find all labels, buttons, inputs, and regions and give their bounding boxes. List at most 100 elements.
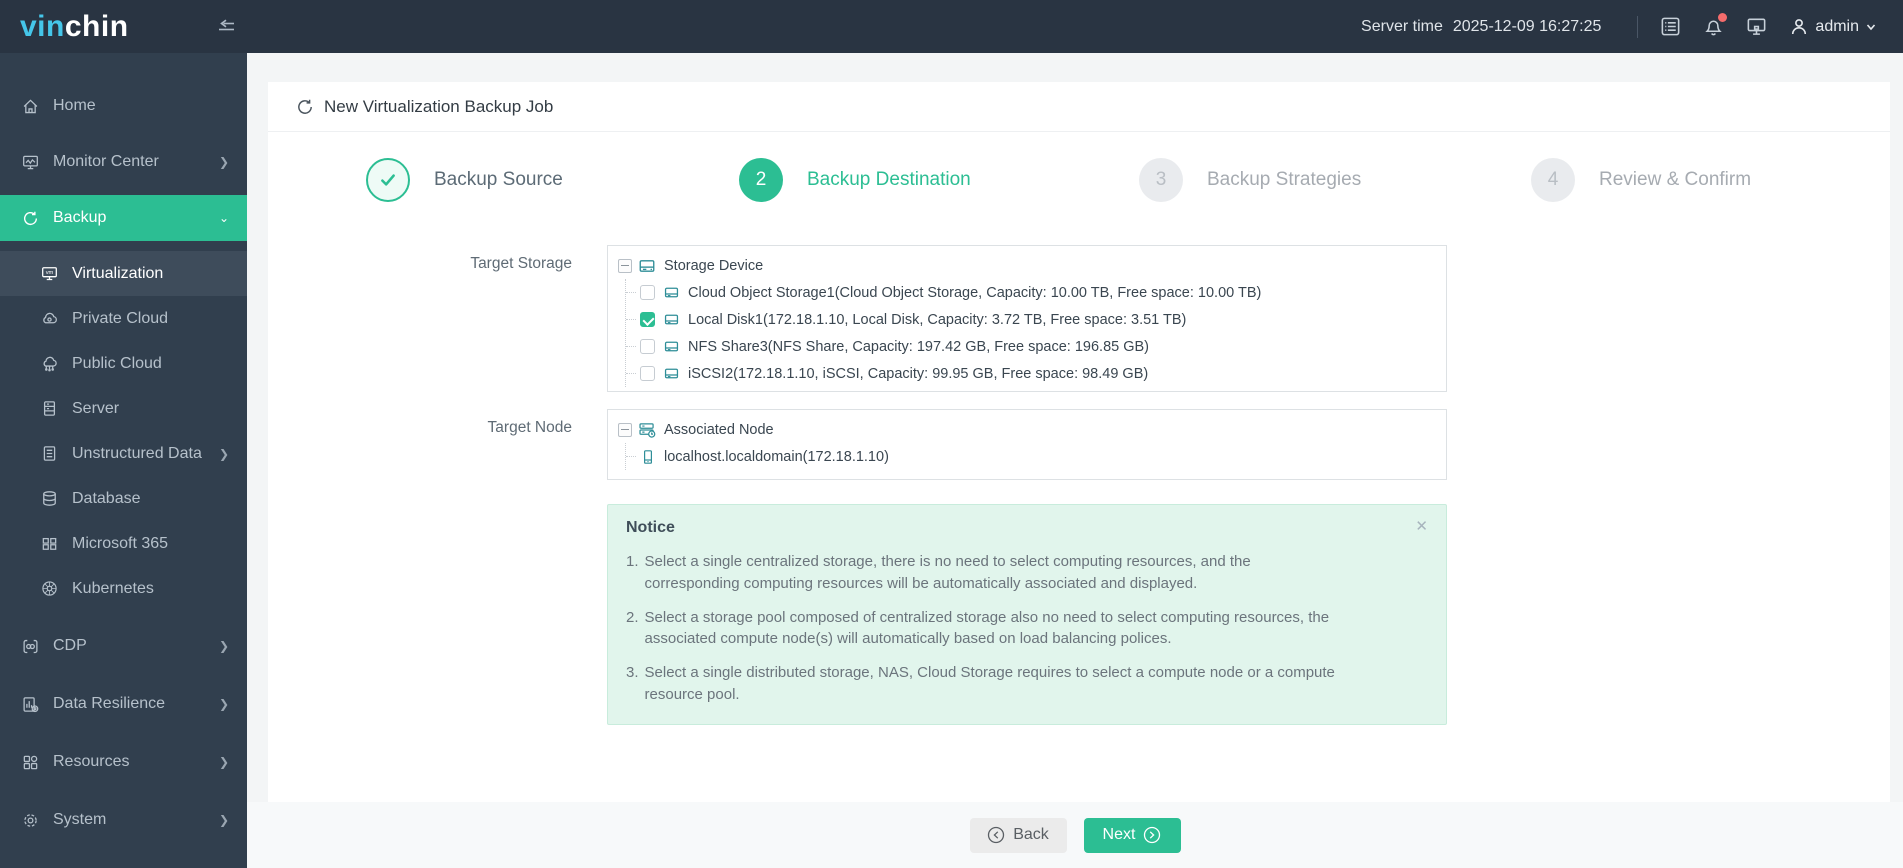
step-backup-source: Backup Source (366, 132, 563, 227)
node-children: localhost.localdomain(172.18.1.10) (625, 443, 1436, 470)
target-storage-label: Target Storage (268, 255, 572, 273)
sidebar-item-label: Unstructured Data (72, 445, 219, 463)
sidebar-item-label: Kubernetes (72, 580, 229, 598)
sidebar-item-label: Backup (53, 209, 219, 227)
tree-node-label: Storage Device (664, 258, 763, 274)
tree-row-iscsi[interactable]: iSCSI2(172.18.1.10, iSCSI, Capacity: 99.… (626, 360, 1436, 387)
server-time-label: Server time (1361, 18, 1443, 35)
collapse-expander-icon[interactable] (618, 259, 632, 273)
next-button[interactable]: Next (1084, 818, 1181, 853)
sidebar-item-cdp[interactable]: CDP ❯ (0, 623, 247, 669)
disk-icon (663, 338, 680, 355)
sidebar-item-home[interactable]: Home (0, 83, 247, 129)
user-icon (1789, 17, 1809, 37)
page-title-bar: New Virtualization Backup Job (268, 82, 1890, 132)
back-button[interactable]: Back (970, 818, 1067, 853)
tree-row-nfs-share[interactable]: NFS Share3(NFS Share, Capacity: 197.42 G… (626, 333, 1436, 360)
checkbox[interactable] (640, 339, 655, 354)
sidebar-item-system[interactable]: System ❯ (0, 797, 247, 843)
display-icon[interactable] (1746, 16, 1767, 37)
step-label: Backup Strategies (1207, 169, 1361, 191)
notice-title: Notice (626, 519, 675, 537)
home-icon (22, 98, 39, 115)
tree-row-cloud-object-storage[interactable]: Cloud Object Storage1(Cloud Object Stora… (626, 279, 1436, 306)
storage-children: Cloud Object Storage1(Cloud Object Stora… (625, 279, 1436, 387)
sidebar-item-label: CDP (53, 637, 219, 655)
logo-vin: vin (20, 10, 65, 43)
tree-node-label: Associated Node (664, 422, 774, 438)
checkbox[interactable] (640, 285, 655, 300)
tree-node-label: localhost.localdomain(172.18.1.10) (664, 449, 889, 465)
sidebar-item-public-cloud[interactable]: Public Cloud (0, 341, 247, 386)
step-circle-pending: 3 (1139, 158, 1183, 202)
target-node-label: Target Node (268, 419, 572, 437)
username: admin (1815, 18, 1859, 36)
sidebar-item-label: Server (72, 400, 229, 418)
check-icon (378, 170, 398, 190)
sidebar-item-label: Public Cloud (72, 355, 229, 373)
logo-chin: chin (65, 10, 129, 43)
sidebar-item-private-cloud[interactable]: Private Cloud (0, 296, 247, 341)
tree-node-label: iSCSI2(172.18.1.10, iSCSI, Capacity: 99.… (688, 366, 1148, 382)
notifications-bell-icon[interactable] (1703, 16, 1724, 37)
sidebar-item-virtualization[interactable]: vm Virtualization (0, 251, 247, 296)
chevron-right-icon: ❯ (219, 755, 229, 769)
associated-node-icon (638, 421, 656, 439)
sidebar-item-label: System (53, 811, 219, 829)
arrow-right-circle-icon (1143, 826, 1161, 844)
page-title: New Virtualization Backup Job (324, 97, 553, 117)
sidebar-collapse-icon[interactable] (215, 16, 237, 38)
main-content: New Virtualization Backup Job Backup Sou… (247, 53, 1903, 868)
notice-item: Select a single centralized storage, the… (626, 551, 1428, 595)
arrow-left-circle-icon (987, 826, 1005, 844)
sidebar-item-microsoft-365[interactable]: Microsoft 365 (0, 521, 247, 566)
disk-icon (663, 365, 680, 382)
sidebar: Home Monitor Center ❯ Backup ⌄ vm Virtua… (0, 53, 247, 868)
step-label: Backup Destination (807, 169, 971, 191)
sidebar-item-server[interactable]: Server (0, 386, 247, 431)
notice-close-icon[interactable]: ✕ (1415, 519, 1428, 537)
notice-panel: Notice ✕ Select a single centralized sto… (607, 504, 1447, 725)
user-menu[interactable]: admin (1789, 17, 1877, 37)
sidebar-item-backup[interactable]: Backup ⌄ (0, 195, 247, 241)
sidebar-item-unstructured-data[interactable]: Unstructured Data ❯ (0, 431, 247, 476)
tree-row-local-disk[interactable]: Local Disk1(172.18.1.10, Local Disk, Cap… (626, 306, 1436, 333)
disk-icon (663, 311, 680, 328)
unstructured-data-icon (41, 445, 58, 462)
checkbox[interactable] (640, 366, 655, 381)
step-label: Review & Confirm (1599, 169, 1751, 191)
chevron-down-icon (1865, 21, 1877, 33)
virtualization-icon: vm (41, 265, 58, 282)
chevron-right-icon: ❯ (219, 155, 229, 169)
step-backup-strategies: 3 Backup Strategies (1139, 132, 1361, 227)
host-icon (640, 449, 656, 465)
database-icon (41, 490, 58, 507)
checkbox[interactable] (640, 312, 655, 327)
step-circle-pending: 4 (1531, 158, 1575, 202)
sidebar-item-label: Data Resilience (53, 695, 219, 713)
server-icon (41, 400, 58, 417)
notification-badge (1718, 13, 1727, 22)
system-gear-icon (22, 812, 39, 829)
sidebar-item-database[interactable]: Database (0, 476, 247, 521)
tree-root-storage-device[interactable]: Storage Device (618, 252, 1436, 279)
notice-item: Select a single distributed storage, NAS… (626, 662, 1428, 706)
sidebar-item-label: Resources (53, 753, 219, 771)
collapse-expander-icon[interactable] (618, 423, 632, 437)
cdp-icon (22, 638, 39, 655)
sidebar-item-kubernetes[interactable]: Kubernetes (0, 566, 247, 611)
kubernetes-icon (41, 580, 58, 597)
tree-row-localhost[interactable]: localhost.localdomain(172.18.1.10) (626, 443, 1436, 470)
logs-icon[interactable] (1660, 16, 1681, 37)
monitor-center-icon (22, 154, 39, 171)
storage-device-icon (638, 257, 656, 275)
tree-root-associated-node[interactable]: Associated Node (618, 416, 1436, 443)
sidebar-item-data-resilience[interactable]: Data Resilience ❯ (0, 681, 247, 727)
chevron-right-icon: ❯ (219, 697, 229, 711)
refresh-icon[interactable] (296, 98, 314, 116)
notice-item: Select a storage pool composed of centra… (626, 607, 1428, 651)
sidebar-item-resources[interactable]: Resources ❯ (0, 739, 247, 785)
sidebar-item-monitor-center[interactable]: Monitor Center ❯ (0, 139, 247, 185)
chevron-right-icon: ❯ (219, 639, 229, 653)
step-circle-done (366, 158, 410, 202)
